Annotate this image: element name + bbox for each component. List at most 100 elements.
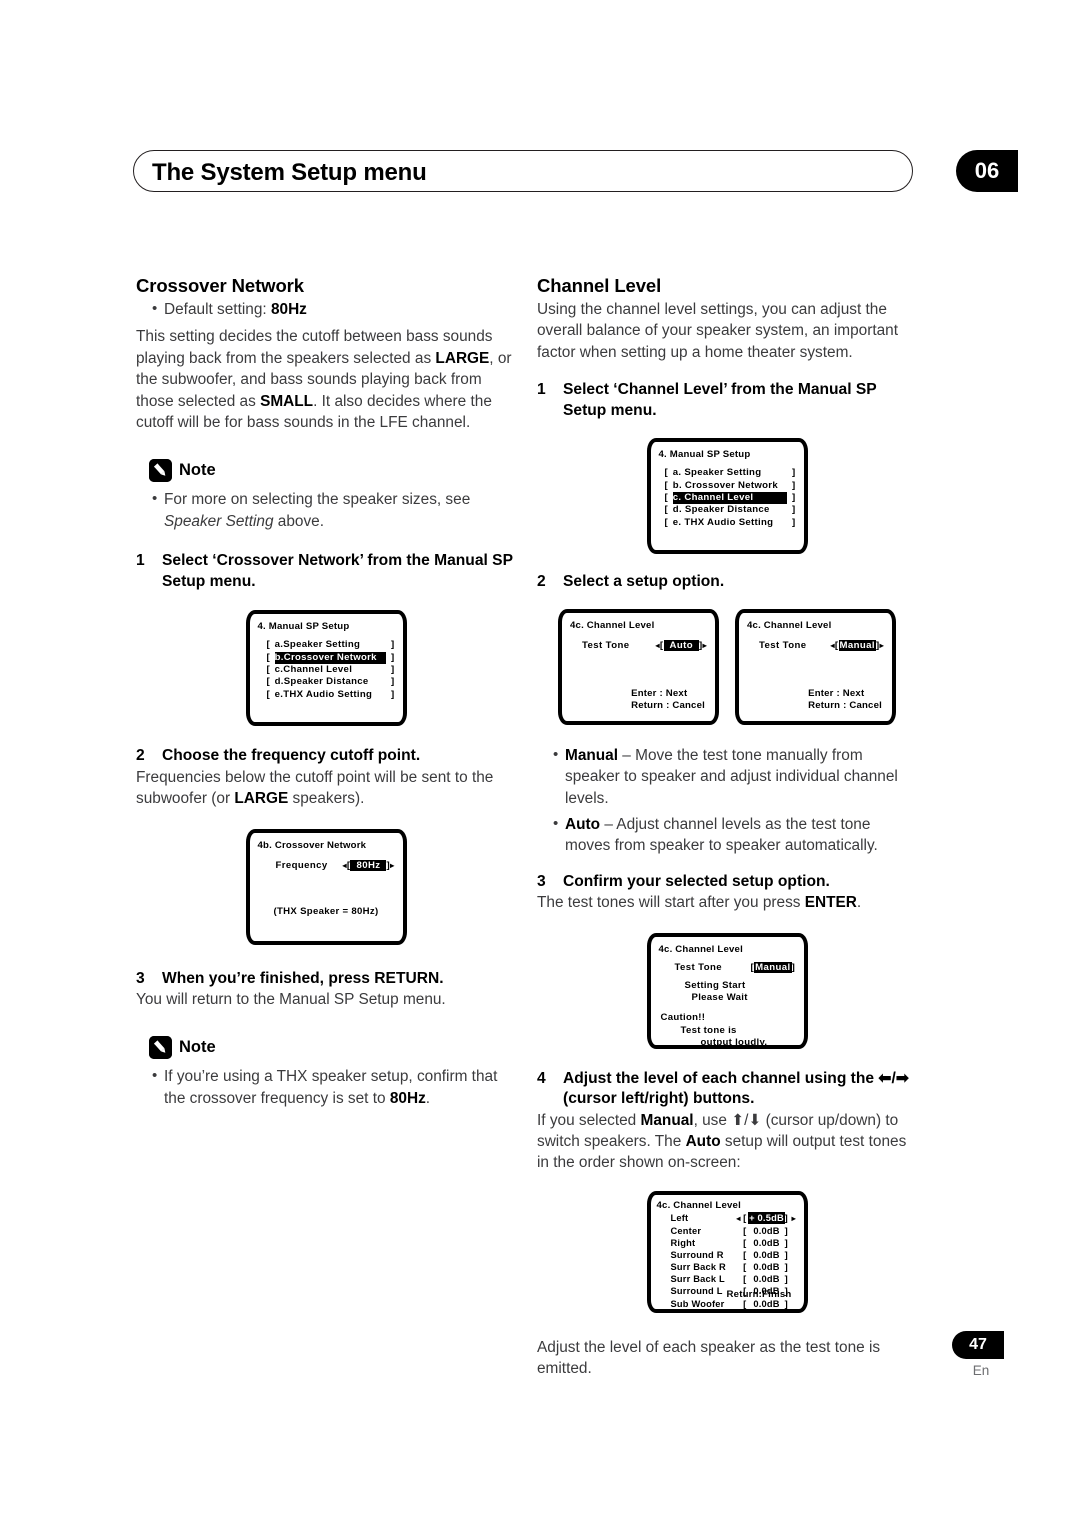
- osd-menu-item-label: b.Crossover Network: [274, 651, 387, 665]
- left-step-3-number: 3: [136, 969, 145, 987]
- channel-level-intro: Using the channel level settings, you ca…: [537, 301, 899, 361]
- osd-level-value: 0.0dB: [753, 1238, 780, 1249]
- right-arrow-icon: ▸: [702, 640, 707, 650]
- right-step-4-text-b: (cursor left/right) buttons.: [563, 1090, 755, 1108]
- osd-auto-test-tone-label: Test Tone: [582, 639, 630, 651]
- osd-level-value: 0.0dB: [753, 1250, 780, 1261]
- right-closing-body: Adjust the level of each speaker as the …: [537, 1338, 881, 1378]
- osd-screenshot-test-tone-auto: 4c. Channel Level Test Tone ◂ [ Auto ] ▸…: [558, 608, 719, 725]
- osd-auto-test-tone-value: Auto: [663, 639, 699, 651]
- chapter-number-badge: 06: [956, 150, 1018, 192]
- osd-level-name: Surround R: [670, 1250, 724, 1261]
- osd-level-name: Center: [670, 1225, 702, 1236]
- osd-screenshot-channel-levels-wrap: 4c. Channel Level Left ◂ [ + 0.5dB ] ▸ C…: [537, 1190, 917, 1313]
- left-step-1-text: Select ‘Crossover Network’ from the Manu…: [162, 552, 513, 590]
- osd-manual-return-hint: Return : Cancel: [808, 700, 882, 712]
- pencil-note-icon: [149, 1036, 172, 1060]
- osd-auto-return-hint: Return : Cancel: [631, 700, 705, 712]
- note-label-1: Note: [179, 461, 216, 480]
- note-header-2: Note: [149, 1036, 516, 1060]
- note-2-bullet-list: If you’re using a THX speaker setup, con…: [136, 1065, 516, 1109]
- osd-level-value: 0.0dB: [753, 1225, 780, 1236]
- osd-level-row: Surr Back L [ 0.0dB ]: [663, 1273, 798, 1285]
- right-step-2-number: 2: [537, 573, 546, 591]
- osd-manual-test-tone-row: Test Tone ◂ [ Manual ] ▸: [759, 639, 884, 651]
- note-header-1: Note: [149, 459, 516, 483]
- bracket-right: ]: [391, 664, 395, 676]
- right-arrow-icon: ▸: [791, 1213, 796, 1223]
- osd-start-output-loudly: output loudly.: [700, 1037, 768, 1049]
- bracket-right: ]: [791, 492, 796, 504]
- right-step-2: 2 Select a setup option.: [537, 572, 917, 593]
- osd-start-test-tone-value: Manual: [754, 961, 792, 973]
- bracket-left: [: [266, 664, 270, 676]
- osd-level-value: 0.0dB: [753, 1274, 780, 1285]
- osd-right-1-title: 4. Manual SP Setup: [658, 449, 751, 461]
- left-step-2-body: Frequencies below the cutoff point will …: [136, 767, 516, 810]
- left-step-3-body: You will return to the Manual SP Setup m…: [136, 991, 446, 1009]
- osd-manual-test-tone-label: Test Tone: [759, 639, 807, 651]
- osd-menu-item: [ e. THX Audio Setting ]: [665, 517, 796, 529]
- osd-menu-item-label: c. Channel Level: [672, 492, 788, 505]
- right-step-4: 4 Adjust the level of each channel using …: [537, 1069, 917, 1110]
- default-setting-label: Default setting:: [164, 301, 271, 318]
- osd-menu-item-label: a. Speaker Setting: [672, 467, 762, 479]
- right-step-3-number: 3: [537, 872, 546, 890]
- default-setting-bullet: Default setting: 80Hz: [152, 298, 516, 320]
- right-step-1: 1 Select ‘Channel Level’ from the Manual …: [537, 380, 917, 421]
- right-step-3-body-b: .: [856, 894, 862, 912]
- bracket-right: ]: [784, 1238, 788, 1249]
- osd-level-name: Surr Back R: [670, 1262, 726, 1273]
- osd-level-name: Surround L: [670, 1286, 723, 1297]
- note-label-2: Note: [179, 1038, 216, 1057]
- osd-level-row: Surr Back R [ 0.0dB ]: [663, 1261, 798, 1273]
- osd-start-setting-start: Setting Start: [684, 979, 746, 991]
- osd-menu-item-label: e.THX Audio Setting: [274, 688, 373, 700]
- osd-menu-item-label: c.Channel Level: [274, 664, 353, 676]
- note-2-text-a: If you’re using a THX speaker setup, con…: [164, 1068, 498, 1107]
- osd-menu-item-label: b. Crossover Network: [672, 479, 778, 491]
- osd-menu-item: [ a.Speaker Setting ]: [267, 639, 395, 651]
- osd-thx-footnote: (THX Speaker = 80Hz): [273, 906, 379, 918]
- cursor-right-arrow-icon: ➡: [895, 1069, 909, 1087]
- right-step-3-body: The test tones will start after you pres…: [537, 892, 917, 913]
- bracket-left: [: [266, 676, 270, 688]
- right-step-1-text: Select ‘Channel Level’ from the Manual S…: [563, 381, 877, 419]
- bracket-right: ]: [391, 651, 395, 663]
- cursor-down-arrow-icon: ⬇: [748, 1111, 762, 1129]
- intro-term-small: SMALL: [260, 392, 314, 410]
- right-step-4-body-b: , use: [693, 1111, 732, 1129]
- osd-level-name: Sub Woofer: [670, 1298, 725, 1309]
- right-step-4-text-a: Adjust the level of each channel using t…: [563, 1069, 879, 1087]
- osd-start-test-tone-is: Test tone is: [680, 1024, 737, 1036]
- left-step-1: 1 Select ‘Crossover Network’ from the Man…: [136, 551, 516, 592]
- osd-level-row: Surround R [ 0.0dB ]: [663, 1249, 798, 1261]
- osd-frequency-label: Frequency: [275, 859, 328, 871]
- default-setting-value: 80Hz: [270, 301, 307, 318]
- right-arrow-icon: ▸: [879, 640, 884, 650]
- bracket-right: ]: [791, 467, 796, 479]
- osd-manual-title: 4c. Channel Level: [747, 619, 832, 631]
- left-step-2-number: 2: [136, 747, 145, 765]
- right-step-1-number: 1: [537, 381, 546, 399]
- bracket-left: [: [664, 516, 668, 528]
- osd-menu-item-selected: [ c. Channel Level ]: [665, 492, 796, 505]
- setup-option-bullet-list: Manual – Move the test tone manually fro…: [537, 744, 917, 857]
- left-column: Crossover Network Default setting: 80Hz …: [136, 275, 516, 1110]
- bracket-right: ]: [784, 1274, 788, 1285]
- osd-screenshot-manual-sp-setup-left: 4. Manual SP Setup [ a.Speaker Setting ]…: [245, 610, 407, 727]
- osd-start-test-tone-label: Test Tone: [674, 961, 722, 973]
- bracket-left: [: [266, 651, 270, 663]
- osd-level-row: Right [ 0.0dB ]: [663, 1237, 798, 1249]
- bracket-right: ]: [391, 676, 395, 688]
- osd-manual-enter-hint: Enter : Next: [808, 687, 865, 699]
- note-1-text-b: above.: [273, 512, 325, 530]
- osd-menu-item-label: a.Speaker Setting: [274, 639, 361, 651]
- right-step-3-text: Confirm your selected setup option.: [563, 872, 830, 890]
- osd-levels-title: 4c. Channel Level: [656, 1199, 741, 1211]
- right-step-4-term-manual: Manual: [640, 1111, 694, 1129]
- osd-screenshot-setting-start-wrap: 4c. Channel Level Test Tone [ Manual ] S…: [537, 932, 917, 1049]
- osd-menu-item: [ d.Speaker Distance ]: [267, 676, 395, 688]
- osd-level-name: Right: [670, 1238, 696, 1249]
- osd-screenshot-crossover-network: 4b. Crossover Network Frequency ◂ [ 80Hz…: [245, 828, 407, 945]
